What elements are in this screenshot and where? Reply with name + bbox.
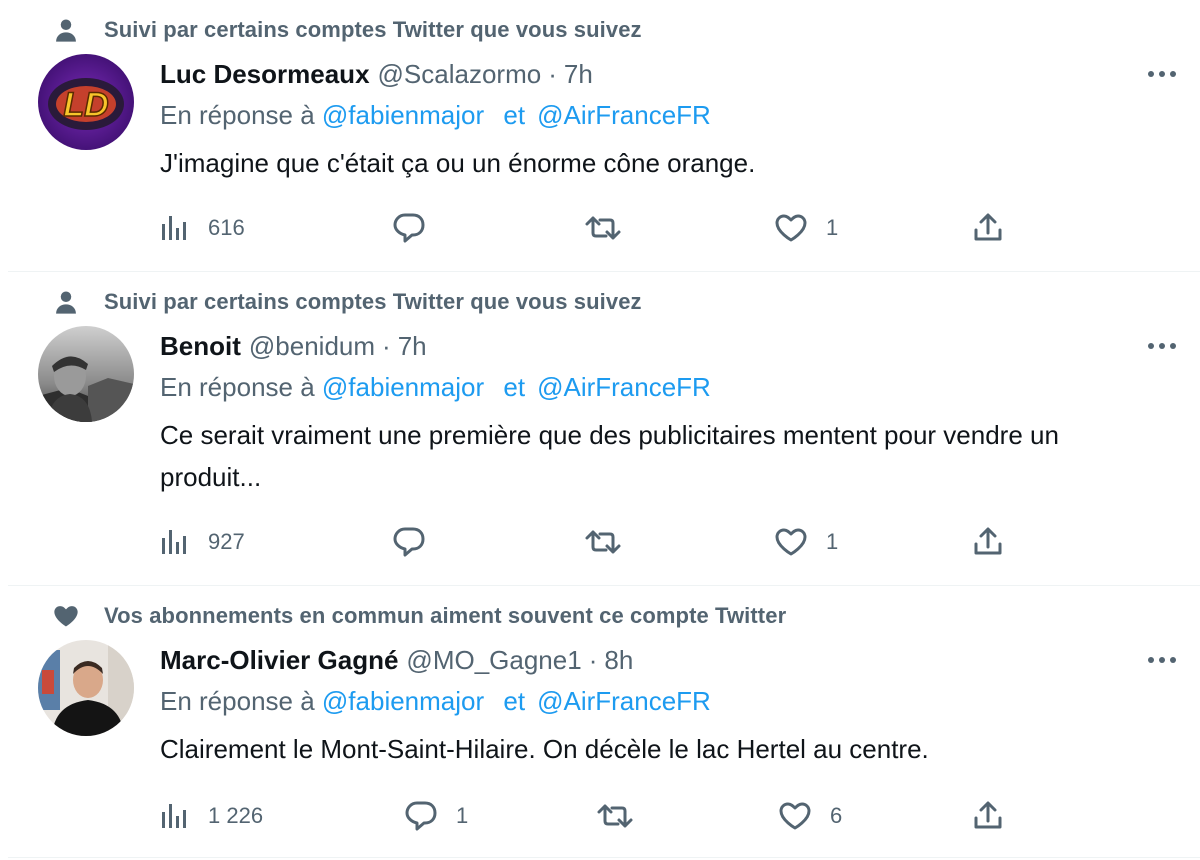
reply-context: En réponse à @fabienmajor et @AirFranceFR <box>160 100 711 131</box>
views-count: 1 226 <box>208 803 264 828</box>
views-count: 927 <box>208 529 245 554</box>
views-button[interactable]: 1 226 <box>160 794 263 838</box>
reply-button[interactable]: 1 <box>404 794 468 838</box>
retweet-icon <box>597 804 633 828</box>
tweet-feed: Suivi par certains comptes Twitter que v… <box>8 0 1200 860</box>
social-context: Suivi par certains comptes Twitter que v… <box>56 14 642 46</box>
avatar-logo-initials: LD <box>63 86 108 124</box>
analytics-icon <box>162 804 186 828</box>
reply-button[interactable] <box>392 206 444 250</box>
tweet-text: Ce serait vraiment une première que des … <box>160 420 1059 492</box>
reply-button[interactable] <box>392 520 444 564</box>
share-icon <box>974 213 1002 241</box>
author-handle[interactable]: @benidum <box>249 331 375 362</box>
reply-mention-2[interactable]: @AirFranceFR <box>537 372 711 402</box>
more-options-button[interactable] <box>1144 58 1180 90</box>
reply-and: et <box>503 372 526 402</box>
heart-icon <box>775 214 807 242</box>
tweet-header: Marc-Olivier Gagné @MO_Gagne1 · 8h <box>160 642 633 678</box>
reply-icon <box>393 527 425 557</box>
more-options-button[interactable] <box>1144 644 1180 676</box>
reply-context: En réponse à @fabienmajor et @AirFranceFR <box>160 372 711 403</box>
tweet-header: Benoit @benidum · 7h <box>160 328 427 364</box>
reply-icon <box>405 801 437 831</box>
separator-dot: · <box>548 58 557 89</box>
views-button[interactable]: 616 <box>160 206 245 250</box>
tweet[interactable]: Suivi par certains comptes Twitter que v… <box>8 272 1200 586</box>
tweet-header: Luc Desormeaux @Scalazormo · 7h <box>160 56 593 92</box>
retweet-icon <box>585 216 621 240</box>
reply-mention-1[interactable]: @fabienmajor <box>322 100 484 130</box>
author-handle[interactable]: @MO_Gagne1 <box>406 645 581 676</box>
person-icon <box>56 19 76 42</box>
heart-icon <box>54 606 78 627</box>
reply-and: et <box>503 100 526 130</box>
more-icon <box>1148 71 1176 77</box>
author-name[interactable]: Marc-Olivier Gagné <box>160 645 398 676</box>
share-button[interactable] <box>972 520 1004 564</box>
share-button[interactable] <box>972 206 1004 250</box>
author-name[interactable]: Luc Desormeaux <box>160 59 370 90</box>
like-button[interactable]: 1 <box>774 520 838 564</box>
share-icon <box>974 801 1002 829</box>
social-context-text: Suivi par certains comptes Twitter que v… <box>104 17 642 42</box>
analytics-icon <box>162 530 186 554</box>
retweet-button[interactable] <box>596 794 652 838</box>
more-options-button[interactable] <box>1144 330 1180 362</box>
tweet-time[interactable]: 7h <box>398 331 427 362</box>
social-context: Suivi par certains comptes Twitter que v… <box>56 286 642 318</box>
tweet-actions: 1 226 1 6 <box>160 794 1040 838</box>
separator-dot: · <box>382 330 391 361</box>
reply-mention-2[interactable]: @AirFranceFR <box>537 686 711 716</box>
tweet-actions: 616 1 <box>160 206 1040 250</box>
tweet-actions: 927 1 <box>160 520 1040 564</box>
tweet-time[interactable]: 7h <box>564 59 593 90</box>
avatar[interactable] <box>38 640 134 736</box>
like-count: 6 <box>830 803 843 828</box>
reply-mention-2[interactable]: @AirFranceFR <box>537 100 711 130</box>
like-count: 1 <box>826 529 839 554</box>
reply-context: En réponse à @fabienmajor et @AirFranceFR <box>160 686 711 717</box>
reply-and: et <box>503 686 526 716</box>
separator-dot: · <box>588 644 598 675</box>
avatar[interactable]: LD <box>38 54 134 150</box>
heart-icon <box>775 528 807 556</box>
author-name[interactable]: Benoit <box>160 331 241 362</box>
like-count: 1 <box>826 215 839 240</box>
more-icon <box>1148 343 1176 349</box>
views-count: 616 <box>208 215 245 240</box>
person-icon <box>56 291 76 314</box>
reply-prefix: En réponse à <box>160 686 315 716</box>
reply-mention-1[interactable]: @fabienmajor <box>322 372 484 402</box>
retweet-button[interactable] <box>584 520 640 564</box>
tweet-time[interactable]: 8h <box>604 645 633 676</box>
social-context: Vos abonnements en commun aiment souvent… <box>54 600 787 632</box>
like-button[interactable]: 6 <box>778 794 842 838</box>
social-context-text: Suivi par certains comptes Twitter que v… <box>104 289 642 314</box>
retweet-button[interactable] <box>584 206 640 250</box>
reply-count: 1 <box>456 803 469 828</box>
more-icon <box>1148 657 1176 663</box>
analytics-icon <box>162 216 186 240</box>
heart-icon <box>779 802 811 830</box>
share-icon <box>974 527 1002 555</box>
tweet[interactable]: Suivi par certains comptes Twitter que v… <box>8 0 1200 272</box>
tweet-text: Clairement le Mont-Saint-Hilaire. On déc… <box>160 734 929 764</box>
retweet-icon <box>585 530 621 554</box>
avatar[interactable] <box>38 326 134 422</box>
like-button[interactable]: 1 <box>774 206 838 250</box>
reply-prefix: En réponse à <box>160 100 315 130</box>
reply-icon <box>393 213 425 243</box>
reply-prefix: En réponse à <box>160 372 315 402</box>
tweet-text: J'imagine que c'était ça ou un énorme cô… <box>160 148 756 178</box>
social-context-text: Vos abonnements en commun aiment souvent… <box>104 603 787 628</box>
share-button[interactable] <box>972 794 1004 838</box>
tweet[interactable]: Vos abonnements en commun aiment souvent… <box>8 586 1200 858</box>
author-handle[interactable]: @Scalazormo <box>378 59 542 90</box>
reply-mention-1[interactable]: @fabienmajor <box>322 686 484 716</box>
views-button[interactable]: 927 <box>160 520 245 564</box>
